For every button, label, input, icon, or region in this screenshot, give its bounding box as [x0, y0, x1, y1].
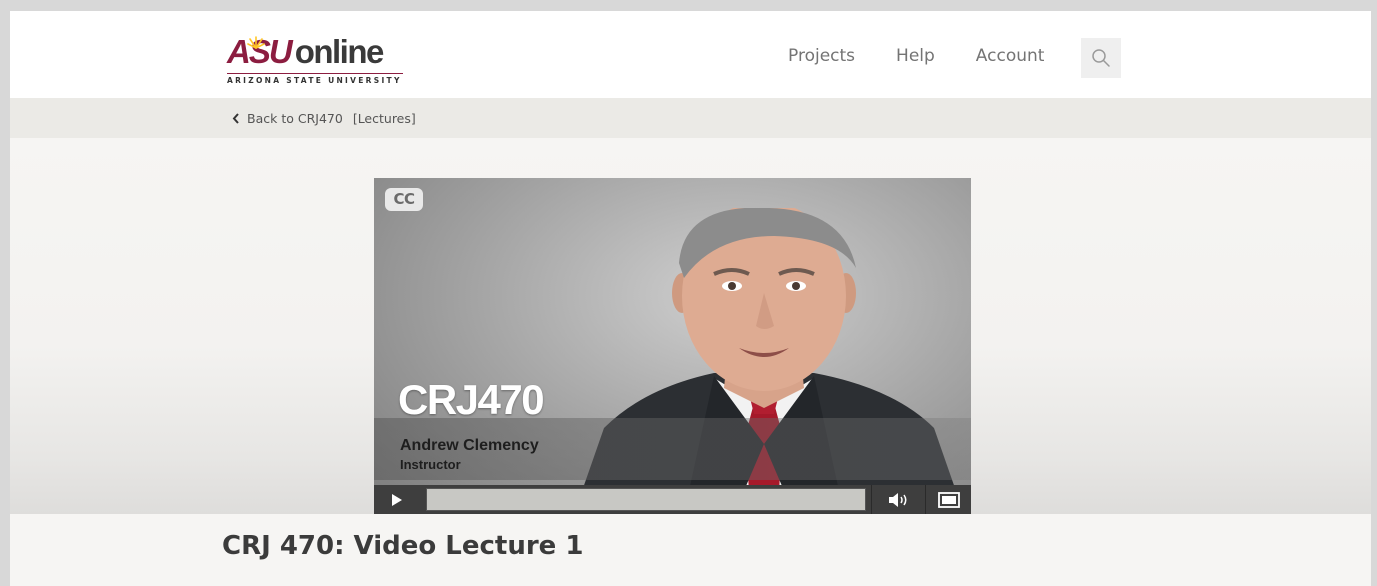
play-button[interactable]	[374, 485, 420, 514]
video-player[interactable]: CC CRJ470 Andrew Clemency Instructor	[374, 178, 971, 514]
fullscreen-button[interactable]	[925, 485, 971, 514]
breadcrumb-section: [Lectures]	[352, 111, 416, 126]
logo-subtitle: ARIZONA STATE UNIVERSITY	[227, 73, 403, 85]
video-overlay-title: CRJ470	[398, 376, 545, 423]
nav-projects[interactable]: Projects	[788, 46, 855, 66]
video-stage: CC CRJ470 Andrew Clemency Instructor	[10, 138, 1371, 514]
nav-account[interactable]: Account	[976, 46, 1045, 66]
breadcrumb: Back to CRJ470 [Lectures]	[232, 111, 416, 126]
video-controls	[374, 485, 971, 514]
closed-captions-button[interactable]: CC	[385, 188, 423, 211]
instructor-role: Instructor	[400, 457, 461, 472]
nav-help[interactable]: Help	[896, 46, 935, 66]
search-button[interactable]	[1081, 38, 1121, 78]
browser-viewport: ASU online ARIZONA STATE UNIVERSITY Proj…	[10, 11, 1371, 586]
chevron-left-icon	[232, 113, 239, 124]
lecture-title: CRJ 470: Video Lecture 1	[222, 531, 584, 561]
main-nav: Projects Help Account	[788, 46, 1085, 66]
logo-online-text: online	[294, 33, 385, 70]
volume-icon	[888, 492, 906, 507]
play-icon	[392, 493, 402, 506]
site-header: ASU online ARIZONA STATE UNIVERSITY Proj…	[10, 11, 1371, 98]
seek-bar[interactable]	[426, 488, 866, 511]
lecture-info: CRJ 470: Video Lecture 1	[10, 514, 1371, 586]
asu-online-logo[interactable]: ASU online ARIZONA STATE UNIVERSITY	[227, 35, 407, 85]
volume-button[interactable]	[871, 485, 925, 514]
sunburst-icon	[247, 36, 265, 49]
fullscreen-icon	[937, 491, 960, 508]
search-icon	[1092, 49, 1110, 67]
breadcrumb-bar: Back to CRJ470 [Lectures]	[10, 98, 1371, 138]
instructor-name: Andrew Clemency	[400, 437, 539, 454]
back-to-course-link[interactable]: Back to CRJ470	[247, 111, 343, 126]
